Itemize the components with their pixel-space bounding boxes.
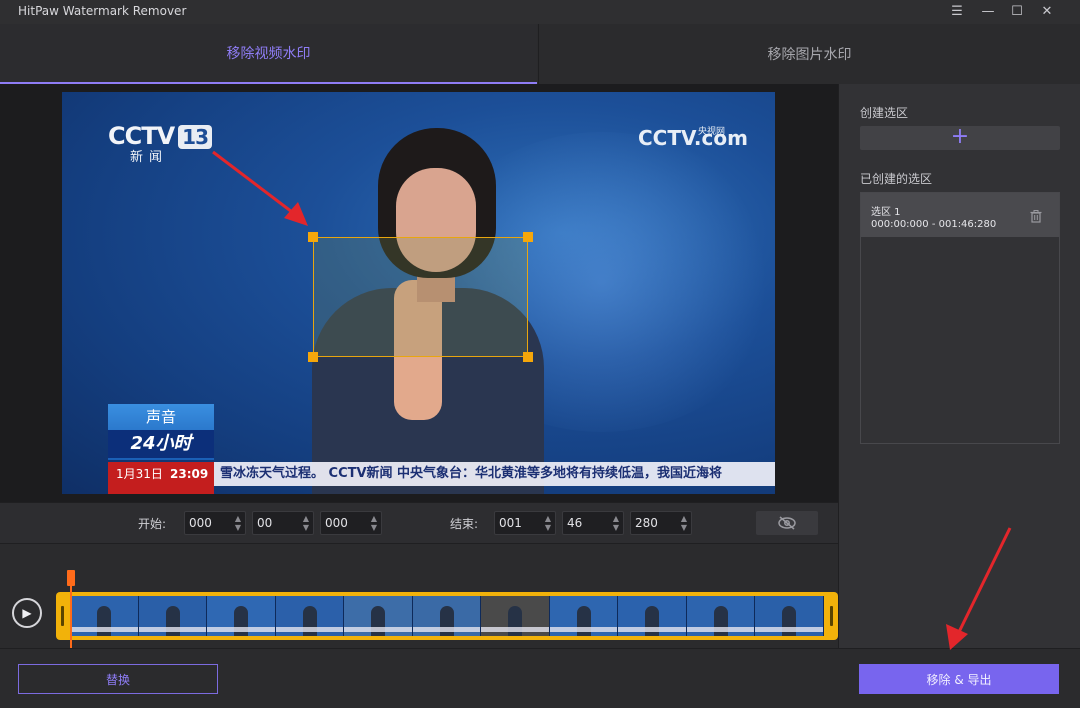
timeline-thumbnail [70, 596, 139, 636]
thumbnail-ticker [549, 627, 618, 632]
trim-handle-start[interactable] [61, 606, 64, 626]
start-seconds-input[interactable]: 00 ▲ ▼ [252, 511, 314, 535]
thumbnail-ticker [481, 627, 549, 632]
thumbnail-ticker [344, 627, 412, 632]
selection-handle-top-left[interactable] [308, 232, 318, 242]
maximize-icon[interactable]: ☐ [1006, 2, 1028, 20]
channel-logo-sub: 新闻 [130, 150, 169, 165]
spinner-arrows-icon[interactable]: ▲ ▼ [681, 514, 687, 532]
timeline-thumbnail [618, 596, 687, 636]
ticker-datetime: 1月31日 23:09 [108, 462, 214, 494]
replace-button[interactable]: 替换 [18, 664, 218, 694]
thumbnail-ticker [70, 627, 138, 632]
lower-third-bottom: 24小时 [108, 430, 214, 458]
list-item[interactable]: 选区 1 000:00:000 - 001:46:280 [861, 193, 1059, 237]
thumbnail-ticker [138, 627, 207, 632]
region-list: 选区 1 000:00:000 - 001:46:280 [860, 192, 1060, 444]
timeline-thumbnail [481, 596, 550, 636]
spinner-arrows-icon[interactable]: ▲ ▼ [371, 514, 377, 532]
minimize-icon[interactable]: — [977, 2, 999, 20]
trim-handle-end[interactable] [830, 606, 833, 626]
website-logo-sub: 央视网 [698, 127, 726, 137]
selection-handle-bottom-right[interactable] [523, 352, 533, 362]
watermark-selection-box[interactable] [313, 237, 528, 357]
bottom-bar: 替换 移除 & 导出 [0, 648, 1080, 708]
mode-tabs: 移除视频水印 移除图片水印 [0, 24, 1080, 84]
menu-icon[interactable]: ☰ [946, 2, 968, 20]
end-milliseconds-value: 280 [635, 516, 658, 530]
timeline-thumbnail [275, 596, 345, 636]
region-name: 选区 1 [871, 207, 901, 218]
trash-icon[interactable] [1029, 209, 1043, 223]
tab-remove-image-watermark[interactable]: 移除图片水印 [538, 24, 1080, 84]
timeline-thumbnail [138, 596, 208, 636]
thumbnail-ticker [275, 627, 344, 632]
thumbnail-ticker [207, 627, 275, 632]
end-minutes-input[interactable]: 001 ▲ ▼ [494, 511, 556, 535]
end-seconds-input[interactable]: 46 ▲ ▼ [562, 511, 624, 535]
timeline-thumbnail [549, 596, 619, 636]
channel-number: 13 [178, 125, 213, 149]
add-region-button[interactable]: + [860, 126, 1060, 150]
end-label: 结束: [450, 517, 479, 531]
tab-remove-video-watermark[interactable]: 移除视频水印 [0, 24, 537, 84]
start-minutes-value: 000 [189, 516, 212, 530]
spinner-arrows-icon[interactable]: ▲ ▼ [303, 514, 309, 532]
timeline-thumbnail [755, 596, 825, 636]
title-bar: HitPaw Watermark Remover ☰ — ☐ ✕ [0, 0, 1080, 24]
timeline-panel: ▶ [0, 544, 838, 648]
thumbnail-ticker [412, 627, 481, 632]
timeline-thumbnail [412, 596, 482, 636]
end-minutes-value: 001 [499, 516, 522, 530]
news-ticker: 雪冰冻天气过程。 CCTV新闻 中央气象台：华北黄淮等多地将有持续低温，我国近海… [214, 462, 775, 486]
timeline-thumbnail [686, 596, 756, 636]
timeline-strip[interactable] [56, 592, 838, 640]
selection-handle-bottom-left[interactable] [308, 352, 318, 362]
spinner-arrows-icon[interactable]: ▲ ▼ [545, 514, 551, 532]
thumbnail-ticker [755, 627, 824, 632]
ticker-text: 雪冰冻天气过程。 CCTV新闻 中央气象台：华北黄淮等多地将有持续低温，我国近海… [220, 466, 723, 481]
thumbnail-ticker [686, 627, 755, 632]
region-time-range: 000:00:000 - 001:46:280 [871, 219, 997, 230]
start-milliseconds-value: 000 [325, 516, 348, 530]
lower-third-top: 声音 [145, 408, 176, 426]
website-logo: CCTV.com [638, 126, 748, 150]
end-seconds-value: 46 [567, 516, 583, 530]
start-label: 开始: [138, 517, 167, 531]
app-title: HitPaw Watermark Remover [18, 4, 187, 18]
remove-and-export-button[interactable]: 移除 & 导出 [859, 664, 1059, 694]
thumbnail-ticker [618, 627, 686, 632]
end-milliseconds-input[interactable]: 280 ▲ ▼ [630, 511, 692, 535]
spinner-arrows-icon[interactable]: ▲ ▼ [613, 514, 619, 532]
selection-handle-top-right[interactable] [523, 232, 533, 242]
ticker-date: 1月31日 [116, 467, 163, 481]
playhead-marker[interactable] [67, 570, 75, 586]
timeline-thumbnail [207, 596, 276, 636]
close-icon[interactable]: ✕ [1036, 2, 1058, 20]
ticker-time: 23:09 [170, 467, 209, 481]
eye-off-icon [778, 516, 796, 530]
hide-selection-button[interactable] [756, 511, 818, 535]
timeline-thumbnail [344, 596, 413, 636]
thumbnail-frames [70, 596, 825, 636]
create-region-label: 创建选区 [860, 106, 909, 120]
lower-third-graphic: 声音 24小时 [108, 404, 214, 460]
playhead-line [70, 586, 72, 648]
play-icon[interactable]: ▶ [12, 598, 42, 628]
start-seconds-value: 00 [257, 516, 273, 530]
created-regions-label: 已创建的选区 [860, 172, 933, 186]
time-range-row: 开始: 000 ▲ ▼ 00 ▲ ▼ 000 ▲ ▼ 结束: 001 ▲ ▼ 46 ▲ ▼ 280 ▲… [0, 502, 838, 544]
start-minutes-input[interactable]: 000 ▲ ▼ [184, 511, 246, 535]
spinner-arrows-icon[interactable]: ▲ ▼ [235, 514, 241, 532]
start-milliseconds-input[interactable]: 000 ▲ ▼ [320, 511, 382, 535]
region-panel: 创建选区 + 已创建的选区 选区 1 000:00:000 - 001:46:2… [838, 84, 1080, 648]
